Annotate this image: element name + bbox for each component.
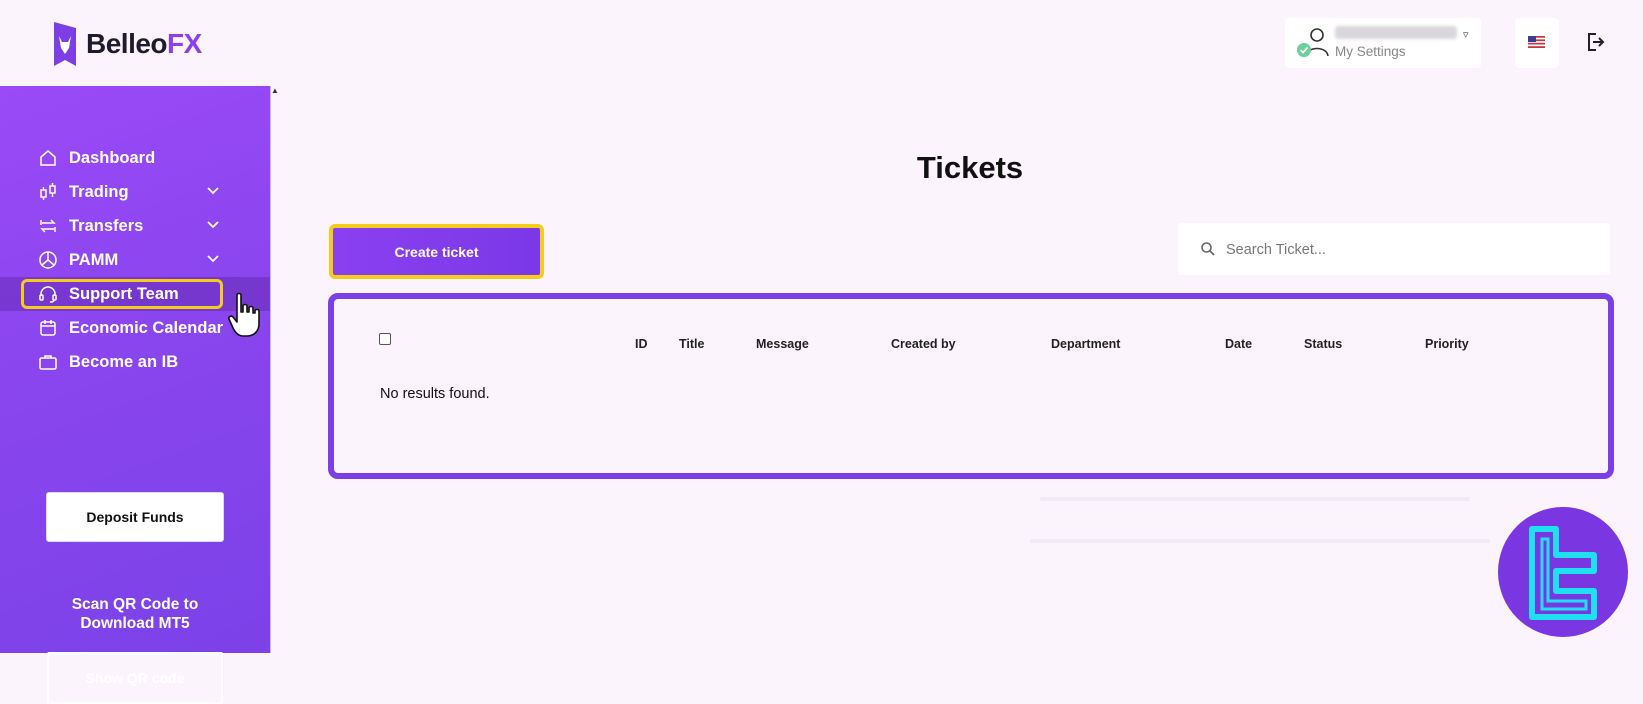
user-name-blurred	[1335, 26, 1457, 39]
belleofx-logo[interactable]: BelleoFX	[52, 20, 202, 68]
home-icon	[40, 150, 56, 166]
us-flag-icon	[1528, 36, 1545, 48]
faint-watermark	[1040, 497, 1470, 501]
transfer-icon	[40, 219, 56, 233]
sidebar-item-label: Dashboard	[69, 148, 156, 167]
user-settings-menu[interactable]: ▿ My Settings	[1285, 18, 1481, 68]
column-header-id[interactable]: ID	[635, 337, 648, 351]
empty-state-message: No results found.	[380, 386, 490, 402]
chevron-down-icon[interactable]	[206, 220, 220, 230]
scroll-up-icon[interactable]: ▲	[271, 86, 279, 95]
column-header-created-by[interactable]: Created by	[891, 337, 956, 351]
chevron-down-icon[interactable]	[206, 254, 220, 264]
pie-chart-icon	[39, 251, 57, 269]
logout-icon[interactable]	[1583, 30, 1607, 54]
sidebar-item-become-an-ib[interactable]: Become an IB	[0, 345, 270, 379]
top-header: BelleoFX ▿ My Settings	[0, 0, 1643, 86]
candlestick-icon	[40, 183, 56, 200]
search-input[interactable]	[1224, 223, 1598, 277]
logo-text: Belleo	[86, 28, 168, 59]
briefcase-icon	[39, 355, 57, 370]
my-settings-label: My Settings	[1335, 44, 1406, 59]
sidebar-divider	[270, 86, 271, 653]
sidebar-item-dashboard[interactable]: Dashboard	[0, 141, 270, 175]
logo-bull-icon	[54, 22, 76, 66]
sidebar: Dashboard Trading Transfers PAMM Support…	[0, 86, 270, 704]
sidebar-item-transfers[interactable]: Transfers	[0, 209, 270, 243]
active-item-highlight	[21, 279, 223, 309]
qr-caption-line-1: Scan QR Code to	[71, 596, 199, 613]
sidebar-item-trading[interactable]: Trading	[0, 175, 270, 209]
sidebar-item-label: PAMM	[69, 250, 119, 269]
hand-pointer-cursor-icon	[228, 292, 260, 337]
user-verified-icon	[1297, 28, 1329, 57]
column-header-message[interactable]: Message	[756, 337, 809, 351]
sidebar-nav: Dashboard Trading Transfers PAMM Support…	[0, 141, 270, 379]
tickets-table: ID Title Message Created by Department D…	[328, 293, 1614, 479]
column-header-status[interactable]: Status	[1304, 337, 1342, 351]
language-selector[interactable]	[1515, 18, 1559, 68]
create-ticket-button[interactable]: Create ticket	[329, 224, 544, 279]
page-title: Tickets	[916, 150, 1024, 185]
qr-caption-line-2: Download MT5	[80, 615, 190, 632]
search-icon	[1201, 242, 1215, 256]
tc-brand-logo-icon	[1498, 507, 1628, 637]
column-header-date[interactable]: Date	[1225, 337, 1252, 351]
ticket-search-box	[1178, 223, 1610, 277]
deposit-funds-button[interactable]: Deposit Funds	[46, 492, 224, 542]
sidebar-item-label: Trading	[69, 182, 129, 201]
column-header-department[interactable]: Department	[1051, 337, 1120, 351]
chevron-down-icon[interactable]	[206, 186, 220, 196]
sidebar-item-label: Become an IB	[69, 352, 179, 371]
column-header-title[interactable]: Title	[679, 337, 704, 351]
logo-text-accent: FX	[167, 28, 202, 59]
calendar-icon	[40, 320, 56, 336]
column-header-priority[interactable]: Priority	[1425, 337, 1469, 351]
sidebar-item-pamm[interactable]: PAMM	[0, 243, 270, 277]
caret-down-icon[interactable]: ▿	[1463, 28, 1469, 41]
select-all-checkbox[interactable]	[379, 333, 391, 345]
sidebar-item-label: Economic Calendar	[69, 318, 224, 337]
show-qr-code-button[interactable]: Show QR code	[47, 652, 223, 704]
sidebar-item-label: Transfers	[69, 216, 144, 235]
qr-scan-caption: Scan QR Code to Download MT5	[30, 595, 240, 633]
faint-watermark	[1030, 539, 1490, 543]
